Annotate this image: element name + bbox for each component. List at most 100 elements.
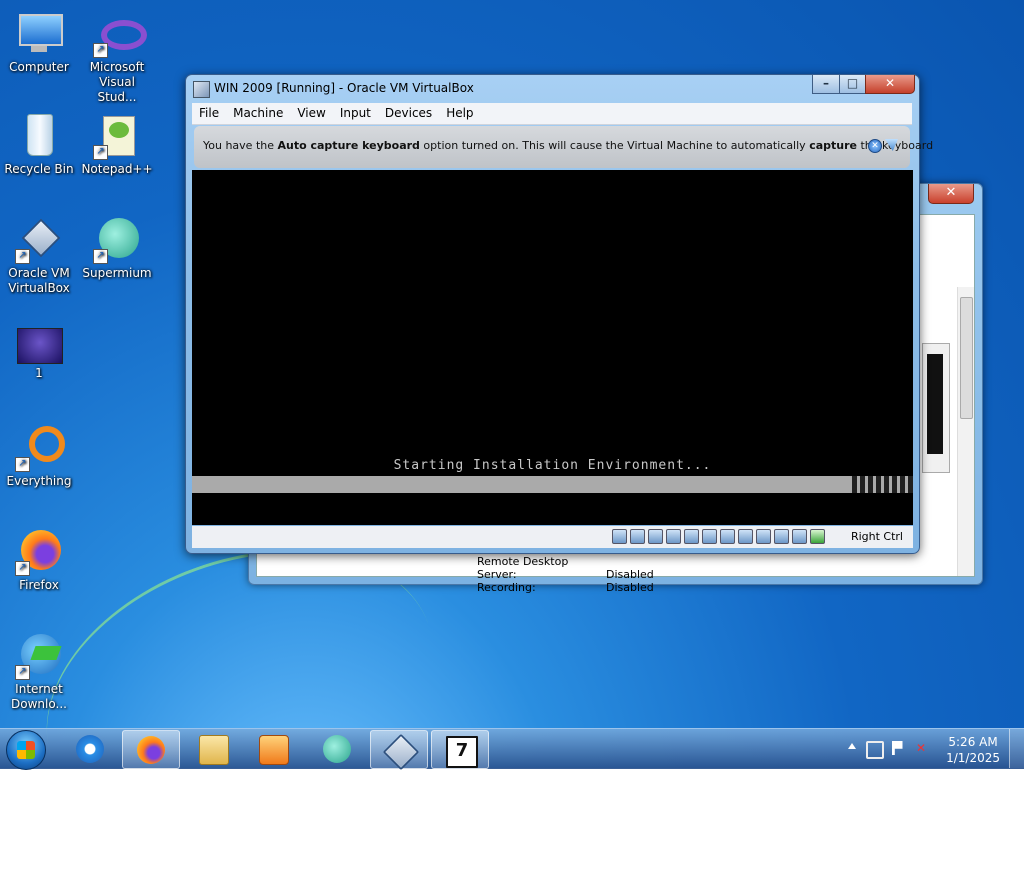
file-explorer-icon (199, 735, 229, 765)
detail-value: Disabled (606, 581, 654, 594)
desktop-icon-label: 1 (35, 366, 43, 380)
desktop-icon-internet-download-manager[interactable]: ↗ Internet Downlo... (1, 632, 77, 712)
status-bar: Right Ctrl (192, 526, 913, 548)
show-hidden-icons-button[interactable] (848, 743, 856, 749)
desktop-icon-recycle-bin[interactable]: Recycle Bin (1, 112, 77, 177)
desktop-icon-virtualbox[interactable]: ↗ Oracle VM VirtualBox (1, 216, 77, 296)
shortcut-arrow-icon: ↗ (93, 145, 108, 160)
detail-row: Remote Desktop Server: Disabled (477, 555, 654, 581)
desktop-icon-supermium[interactable]: ↗ Supermium (79, 216, 155, 281)
close-notice-icon[interactable]: ✕ (868, 139, 882, 153)
taskbar-media-player[interactable] (245, 730, 301, 767)
desktop-icon-label: Supermium (82, 266, 152, 280)
vm-window[interactable]: WIN 2009 [Running] - Oracle VM VirtualBo… (185, 74, 933, 554)
virtualbox-app-icon (193, 81, 210, 98)
everything-search-icon: ↗ (15, 424, 65, 472)
show-desktop-button[interactable] (1009, 729, 1024, 768)
detail-key: Recording: (477, 581, 536, 594)
desktop-icon-firefox[interactable]: ↗ Firefox (1, 528, 77, 593)
detail-row: Recording: Disabled (477, 581, 654, 594)
start-button[interactable] (6, 730, 46, 770)
recycle-bin-icon (15, 112, 63, 160)
shortcut-arrow-icon: ↗ (15, 561, 30, 576)
taskbar-virtualbox[interactable] (370, 730, 428, 771)
shortcut-arrow-icon: ↗ (15, 249, 30, 264)
menu-input[interactable]: Input (333, 103, 378, 123)
shared-folders-icon[interactable] (702, 529, 717, 544)
vm-preview-thumbnail (927, 354, 943, 454)
taskbar-internet-explorer[interactable] (62, 730, 118, 767)
desktop-icon-label: Internet Downlo... (11, 682, 67, 711)
desktop-icon-label: Microsoft Visual Stud... (89, 60, 145, 104)
virtualbox-icon: ↗ (15, 216, 63, 264)
desktop-icon-everything[interactable]: ↗ Everything (1, 424, 77, 489)
network-icon[interactable] (666, 529, 681, 544)
back-window-close-button[interactable]: ✕ (928, 184, 974, 204)
minimize-button[interactable]: – (812, 75, 840, 94)
window-title: WIN 2009 [Running] - Oracle VM VirtualBo… (214, 81, 474, 95)
maximize-button[interactable]: □ (839, 75, 866, 94)
shortcut-arrow-icon: ↗ (15, 457, 30, 472)
notice-text: You have the Auto capture keyboard optio… (203, 139, 934, 152)
desktop-icon-notepad-plus-plus[interactable]: ↗ Notepad++ (79, 112, 155, 177)
taskbar-firefox[interactable] (122, 730, 180, 769)
keyboard-capture-icon[interactable] (810, 529, 825, 544)
visual-studio-icon: ↗ (93, 10, 147, 58)
desktop-icon-image-1[interactable]: 1 (1, 328, 77, 381)
notepad-plus-plus-icon: ↗ (93, 112, 141, 160)
desktop-icon-label: Recycle Bin (4, 162, 74, 176)
supermium-icon (323, 735, 351, 763)
desktop-icon-visual-studio[interactable]: ↗ Microsoft Visual Stud... (79, 10, 155, 105)
virtualization-icon[interactable] (756, 529, 771, 544)
system-clock[interactable]: 5:26 AM 1/1/2025 (946, 734, 1000, 766)
desktop-icon-label: Oracle VM VirtualBox (8, 266, 70, 295)
progress-indicator (852, 476, 913, 493)
manager-scrollbar[interactable] (957, 287, 974, 576)
close-button[interactable]: ✕ (865, 75, 915, 94)
network-tray-icon[interactable] (866, 741, 884, 759)
device-status-icons (612, 529, 825, 544)
seven-zip-icon: 7 (446, 736, 478, 768)
menu-devices[interactable]: Devices (378, 103, 439, 123)
clock-date: 1/1/2025 (946, 751, 1000, 765)
taskbar-7zip[interactable]: 7 (431, 730, 489, 769)
display-icon[interactable] (720, 529, 735, 544)
taskbar-supermium[interactable] (309, 730, 365, 767)
virtualbox-icon (382, 733, 420, 771)
volume-muted-icon[interactable]: ✕ (916, 741, 930, 755)
optical-disk-icon[interactable] (630, 529, 645, 544)
guest-display[interactable]: Starting Installation Environment... (192, 170, 913, 525)
computer-icon (15, 10, 63, 58)
audio-icon[interactable] (648, 529, 663, 544)
windows-logo-icon (17, 741, 35, 759)
image-file-icon (15, 328, 63, 364)
scrollbar-thumb[interactable] (960, 297, 973, 419)
menu-bar: File Machine View Input Devices Help (192, 103, 912, 125)
details-list: Remote Desktop Server: Disabled Recording… (477, 555, 654, 594)
desktop-icon-computer[interactable]: Computer (1, 10, 77, 75)
taskbar: 7 ✕ 5:26 AM 1/1/2025 (0, 728, 1024, 771)
menu-machine[interactable]: Machine (226, 103, 290, 123)
taskbar-file-explorer[interactable] (185, 730, 241, 767)
menu-help[interactable]: Help (439, 103, 480, 123)
desktop-icon-label: Computer (9, 60, 69, 74)
internet-download-manager-icon: ↗ (15, 632, 63, 680)
menu-view[interactable]: View (290, 103, 332, 123)
cpu-icon[interactable] (774, 529, 789, 544)
shortcut-arrow-icon: ↗ (93, 43, 108, 58)
hard-disk-icon[interactable] (612, 529, 627, 544)
boot-status-text: Starting Installation Environment... (393, 458, 712, 473)
detail-key: Remote Desktop Server: (477, 555, 569, 581)
mouse-integration-icon[interactable] (792, 529, 807, 544)
firefox-icon: ↗ (15, 528, 63, 576)
desktop-icon-label: Everything (6, 474, 72, 488)
usb-icon[interactable] (684, 529, 699, 544)
menu-file[interactable]: File (192, 103, 226, 123)
desktop-icon-label: Notepad++ (81, 162, 153, 176)
keyboard-capture-notice: You have the Auto capture keyboard optio… (194, 126, 933, 168)
supermium-icon: ↗ (93, 216, 141, 264)
video-capture-icon[interactable] (738, 529, 753, 544)
internet-explorer-icon (76, 735, 104, 763)
shortcut-arrow-icon: ↗ (93, 249, 108, 264)
action-center-flag-icon[interactable] (892, 741, 906, 755)
